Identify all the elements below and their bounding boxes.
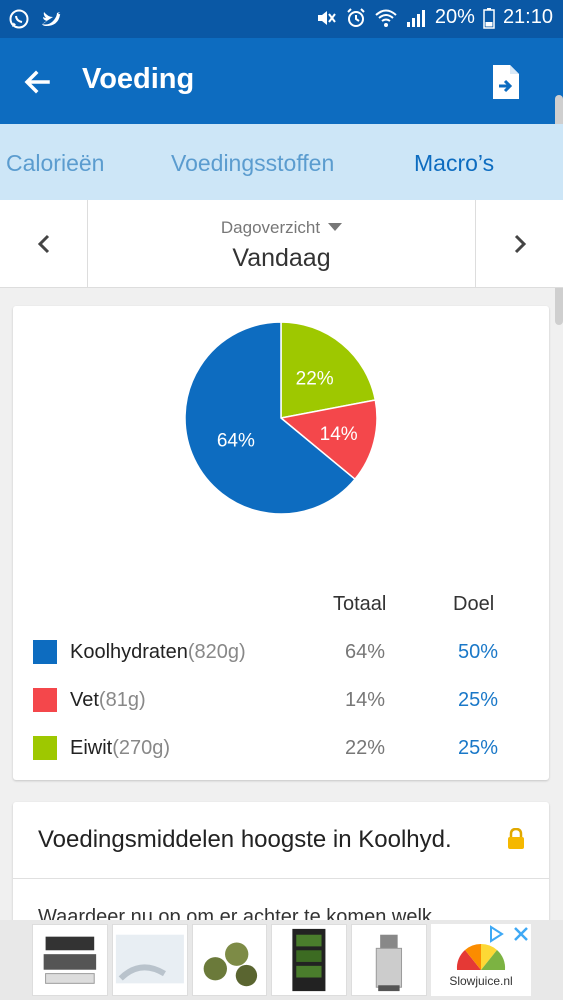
twitter-icon (42, 12, 61, 26)
page-title: Voeding (82, 63, 195, 95)
status-bar: 20% 21:10 (0, 0, 563, 38)
battery-icon (483, 7, 495, 29)
previous-day-button[interactable] (0, 200, 88, 288)
mute-icon (317, 10, 336, 25)
ad-product-image[interactable] (351, 924, 427, 996)
app-bar: Voeding (0, 38, 563, 124)
caret-down-icon (328, 223, 343, 231)
ad-product-image[interactable] (32, 924, 108, 996)
divider (13, 878, 549, 879)
protein-slice-label: 22% (296, 368, 334, 389)
ad-product-image[interactable] (271, 924, 348, 996)
macro-pie-chart: 22% 14% 64% (184, 321, 378, 515)
header-total: Totaal (333, 593, 387, 615)
day-label: Vandaag (232, 244, 331, 272)
header-goal: Doel (453, 593, 495, 615)
period-selector[interactable]: Dagoverzicht Vandaag (88, 200, 475, 288)
ad-banner[interactable]: Slowjuice.nl (0, 920, 563, 1000)
carbs-swatch (33, 640, 57, 664)
ad-product-image[interactable] (111, 924, 188, 996)
protein-label: Eiwit(270g) (70, 737, 171, 759)
carbs-goal[interactable]: 50% (443, 641, 513, 664)
carbs-label: Koolhydraten(820g) (70, 641, 246, 663)
fat-goal[interactable]: 25% (443, 689, 513, 712)
date-navigator: Dagoverzicht Vandaag (0, 200, 563, 288)
ad-product-image[interactable] (191, 924, 268, 996)
ad-close-icon[interactable] (511, 924, 531, 944)
fat-label: Vet(81g) (70, 689, 146, 711)
tab-calories[interactable]: Calorieën (6, 150, 104, 177)
protein-total: 22% (344, 737, 386, 759)
arrow-back-icon[interactable] (18, 62, 58, 102)
macros-card: 22% 14% 64% Totaal Doel Koolhydraten(820g)… (13, 306, 549, 780)
carbs-total: 64% (344, 641, 386, 663)
clock: 21:10 (502, 6, 553, 28)
tab-macros[interactable]: Macro’s (414, 150, 494, 177)
chevron-left-icon (37, 234, 50, 254)
chevron-right-icon (514, 234, 527, 254)
ad-choices-icon[interactable] (486, 924, 506, 944)
wifi-icon (375, 9, 397, 27)
alarm-icon (347, 7, 365, 27)
lock-icon[interactable] (507, 828, 525, 850)
next-day-button[interactable] (475, 200, 563, 288)
fat-slice-label: 14% (320, 424, 358, 445)
whatsapp-icon (9, 9, 29, 29)
tab-bar: Calorieën Voedingsstoffen Macro’s (0, 124, 563, 200)
fat-total: 14% (344, 689, 386, 711)
fat-swatch (33, 688, 57, 712)
signal-icon (406, 9, 425, 27)
file-export-icon[interactable] (489, 62, 523, 102)
protein-goal[interactable]: 25% (443, 737, 513, 760)
period-label: Dagoverzicht (220, 218, 321, 237)
brand-name: Slowjuice.nl (449, 974, 513, 988)
battery-percent: 20% (434, 6, 475, 28)
carbs-slice-label: 64% (217, 430, 255, 451)
tab-nutrients[interactable]: Voedingsstoffen (171, 150, 334, 177)
top-foods-heading: Voedingsmiddelen hoogste in Koolhyd. (38, 826, 452, 853)
protein-swatch (33, 736, 57, 760)
